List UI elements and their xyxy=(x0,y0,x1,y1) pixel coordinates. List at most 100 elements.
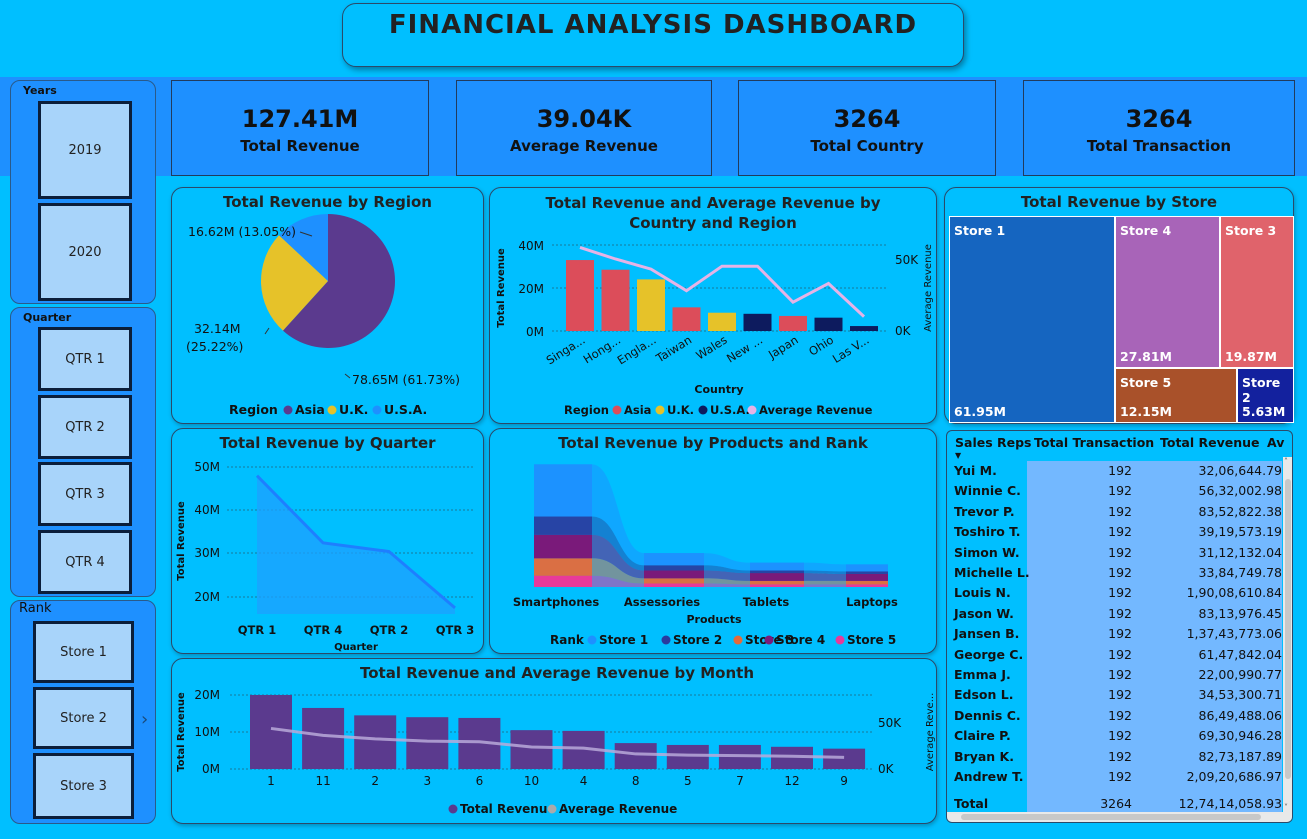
table-row[interactable]: Louis N. 192 1,90,08,610.84 xyxy=(947,583,1282,603)
revenue-cell: 1,90,08,610.84 xyxy=(1186,585,1282,601)
rank-segment[interactable] xyxy=(534,534,592,559)
sort-desc-icon[interactable]: ▼ xyxy=(955,451,961,460)
x-tick: 11 xyxy=(315,774,330,788)
legend-swatch-store3 xyxy=(733,635,743,645)
treemap-store-4[interactable]: Store 4 27.81M xyxy=(1115,216,1220,368)
rank-segment[interactable] xyxy=(750,580,804,585)
sales-reps-table: Sales Reps ▼ Total Transaction Total Rev… xyxy=(946,430,1293,823)
quarter-slicer: Quarter QTR 1 QTR 2 QTR 3 QTR 4 xyxy=(10,307,156,597)
sales-rep-name: Bryan K. xyxy=(954,748,1014,764)
chevron-right-icon[interactable]: › xyxy=(141,709,148,730)
table-row[interactable]: Emma J. 192 22,00,990.77 xyxy=(947,665,1282,685)
slicer-tile-qtr2[interactable]: QTR 2 xyxy=(38,395,132,459)
table-row[interactable]: Trevor P. 192 83,52,822.38 xyxy=(947,502,1282,522)
table-row[interactable]: Jason W. 192 83,13,976.45 xyxy=(947,604,1282,624)
country-bar[interactable] xyxy=(708,312,736,331)
x-tick: QTR 4 xyxy=(304,623,342,637)
kpi-value: 3264 xyxy=(1125,105,1193,133)
month-bar[interactable] xyxy=(614,743,657,769)
x-axis-label: Products xyxy=(686,613,742,626)
rank-segment[interactable] xyxy=(846,571,888,574)
slicer-tile-qtr3[interactable]: QTR 3 xyxy=(38,462,132,526)
kpi-label: Total Country xyxy=(810,137,924,155)
rank-segment[interactable] xyxy=(750,584,804,587)
pie-label-usa: 16.62M (13.05%) xyxy=(188,224,296,239)
table-row[interactable]: Andrew T. 192 2,09,20,686.97 xyxy=(947,767,1282,787)
month-bar[interactable] xyxy=(250,695,292,769)
rank-segment[interactable] xyxy=(846,584,888,587)
slicer-tile-store2[interactable]: Store 2 xyxy=(33,687,134,749)
rank-segment[interactable] xyxy=(534,464,592,517)
rank-segment[interactable] xyxy=(644,578,704,584)
table-row[interactable]: Claire P. 192 69,30,946.28 xyxy=(947,726,1282,746)
legend-title: Region xyxy=(564,403,609,417)
sales-rep-name: Toshiro T. xyxy=(954,524,1021,540)
country-bar[interactable] xyxy=(672,307,701,331)
scrollbar-thumb[interactable] xyxy=(1285,479,1291,779)
rank-segment[interactable] xyxy=(750,562,804,571)
scrollbar-thumb[interactable] xyxy=(961,814,1261,820)
month-bar[interactable] xyxy=(302,707,345,769)
column-header-sales-reps[interactable]: Sales Reps xyxy=(955,435,1031,455)
country-bar[interactable] xyxy=(743,313,772,331)
treemap-store-5[interactable]: Store 5 12.15M xyxy=(1115,368,1237,423)
treemap-store-1[interactable]: Store 1 61.95M xyxy=(949,216,1115,423)
horizontal-scrollbar[interactable] xyxy=(947,812,1292,822)
slicer-tile-2020[interactable]: 2020 xyxy=(38,203,132,301)
rank-segment[interactable] xyxy=(750,570,804,574)
legend-title: Region xyxy=(229,402,278,417)
country-bar[interactable] xyxy=(814,317,843,331)
table-row[interactable]: Dennis C. 192 86,49,488.06 xyxy=(947,706,1282,726)
rank-segment[interactable] xyxy=(846,564,888,572)
rank-segment[interactable] xyxy=(644,570,704,579)
vertical-scrollbar[interactable]: ˄ ˅ xyxy=(1283,457,1292,812)
rank-segment[interactable] xyxy=(644,583,704,587)
rank-segment[interactable] xyxy=(644,565,704,571)
month-bar[interactable] xyxy=(823,748,866,769)
slicer-tile-qtr4[interactable]: QTR 4 xyxy=(38,530,132,594)
table-row[interactable]: Yui M. 192 32,06,644.79 xyxy=(947,461,1282,481)
revenue-cell: 83,52,822.38 xyxy=(1198,503,1283,519)
table-row[interactable]: Michelle L. 192 33,84,749.78 xyxy=(947,563,1282,583)
month-bar[interactable] xyxy=(406,717,449,769)
table-total-row: Total 3264 12,74,14,058.93 xyxy=(947,794,1282,814)
rank-segment[interactable] xyxy=(846,573,888,581)
month-bar[interactable] xyxy=(510,730,553,769)
country-bar[interactable] xyxy=(601,269,630,331)
rank-segment[interactable] xyxy=(534,558,592,576)
x-tick: 5 xyxy=(684,774,692,788)
month-bar[interactable] xyxy=(354,715,397,769)
table-row[interactable]: Bryan K. 192 82,73,187.89 xyxy=(947,747,1282,767)
table-row[interactable]: Simon W. 192 31,12,132.04 xyxy=(947,543,1282,563)
month-bar[interactable] xyxy=(666,744,709,769)
treemap-value: 5.63M xyxy=(1242,404,1286,419)
treemap-store-2[interactable]: Store 2 5.63M xyxy=(1237,368,1294,423)
scroll-up-icon[interactable]: ˄ xyxy=(1284,457,1288,466)
slicer-tile-store1[interactable]: Store 1 xyxy=(33,621,134,683)
slicer-tile-qtr1[interactable]: QTR 1 xyxy=(38,327,132,391)
rank-segment[interactable] xyxy=(846,580,888,585)
country-bar[interactable] xyxy=(566,260,594,331)
table-row[interactable]: Jansen B. 192 1,37,43,773.06 xyxy=(947,624,1282,644)
slicer-tile-2019[interactable]: 2019 xyxy=(38,101,132,199)
column-header-total-revenue[interactable]: Total Revenue xyxy=(1160,435,1260,455)
country-bar[interactable] xyxy=(850,326,878,331)
table-row[interactable]: Edson L. 192 34,53,300.71 xyxy=(947,685,1282,705)
column-header-total-transaction[interactable]: Total Transaction xyxy=(1034,435,1154,455)
table-row[interactable]: Winnie C. 192 56,32,002.98 xyxy=(947,481,1282,501)
scroll-down-icon[interactable]: ˅ xyxy=(1284,803,1288,812)
country-bar[interactable] xyxy=(637,279,665,331)
rank-segment[interactable] xyxy=(534,575,592,587)
y-tick: 10M xyxy=(194,725,220,739)
sales-rep-name: Louis N. xyxy=(954,585,1011,601)
table-row[interactable]: George C. 192 61,47,842.04 xyxy=(947,645,1282,665)
slicer-tile-store3[interactable]: Store 3 xyxy=(33,753,134,819)
rank-segment[interactable] xyxy=(750,573,804,581)
x-tick: Smartphones xyxy=(513,595,600,609)
treemap-store-3[interactable]: Store 3 19.87M xyxy=(1220,216,1294,368)
table-row[interactable]: Toshiro T. 192 39,19,573.19 xyxy=(947,522,1282,542)
rank-segment[interactable] xyxy=(644,553,704,566)
column-header-average[interactable]: Av xyxy=(1267,435,1284,455)
country-bar[interactable] xyxy=(779,315,807,331)
rank-segment[interactable] xyxy=(534,516,592,535)
